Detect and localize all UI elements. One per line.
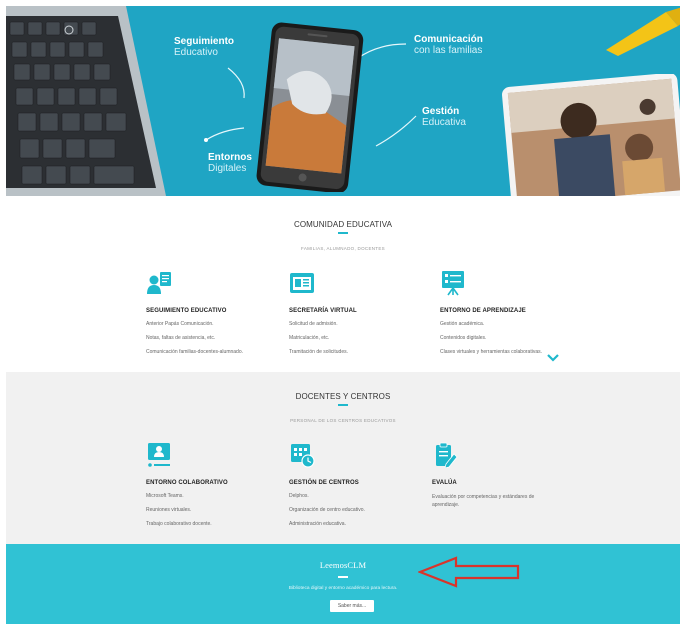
- title-underline: [338, 404, 348, 406]
- learning-board-icon: [442, 271, 464, 296]
- column-entorno-aprendizaje: ENTORNO DE APRENDIZAJE Gestión académica…: [440, 270, 542, 363]
- virtual-secretary-icon: [290, 273, 314, 293]
- hero-label-light: con las familias: [414, 45, 483, 56]
- section-title: COMUNIDAD EDUCATIVA: [293, 220, 393, 229]
- hero-label-strong: Seguimiento: [174, 36, 235, 47]
- yellow-pen-image: [606, 7, 680, 56]
- calendar-clock-icon: [291, 444, 315, 468]
- column-title: ENTORNO COLABORATIVO: [146, 480, 228, 486]
- clipboard-pencil-icon: [436, 442, 458, 468]
- column-item[interactable]: Organización de centro educativo.: [289, 507, 365, 513]
- hero-label-comunicacion: Comunicación con las familias: [414, 34, 483, 56]
- section-subtitle: FAMILIAS, ALUMNADO, DOCENTES: [301, 246, 385, 251]
- student-profile-icon: [147, 272, 171, 294]
- column-secretaria: SECRETARÍA VIRTUAL Solicitud de admisión…: [289, 270, 357, 363]
- column-title: EVALÚA: [432, 480, 457, 486]
- column-item[interactable]: Reuniones virtuales.: [146, 507, 228, 513]
- section-title: DOCENTES Y CENTROS: [295, 392, 391, 401]
- hero-banner: Seguimiento Educativo Comunicación con l…: [6, 6, 680, 196]
- column-entorno-colaborativo: ENTORNO COLABORATIVO Microsoft Teams. Re…: [146, 442, 228, 535]
- saber-mas-button[interactable]: Saber más...: [330, 600, 374, 612]
- section-subtitle: PERSONAL DE LOS CENTROS EDUCATIVOS: [290, 418, 396, 423]
- column-item[interactable]: Evaluación por competencias y estándares…: [432, 493, 548, 509]
- hero-label-light: Educativa: [422, 117, 466, 128]
- column-item[interactable]: Contenidos digitales.: [440, 335, 542, 341]
- tablet-image: [502, 74, 680, 196]
- column-item[interactable]: Microsoft Teams.: [146, 493, 228, 499]
- hero-label-entornos: Entornos Digitales: [208, 152, 252, 174]
- hero-label-strong: Comunicación: [414, 34, 483, 45]
- column-gestion-centros: GESTIÓN DE CENTROS Delphos. Organización…: [289, 442, 365, 535]
- column-item[interactable]: Comunicación familias-docentes-alumnado.: [146, 349, 243, 355]
- banner-title: LeemosCLM: [319, 560, 367, 570]
- banner-description: Biblioteca digital y entorno académico p…: [288, 586, 398, 591]
- column-title: SEGUIMIENTO EDUCATIVO: [146, 308, 227, 314]
- column-item[interactable]: Administración educativa.: [289, 521, 365, 527]
- column-title: GESTIÓN DE CENTROS: [289, 480, 359, 486]
- column-seguimiento: SEGUIMIENTO EDUCATIVO Anterior Papás Com…: [146, 270, 243, 363]
- column-item[interactable]: Tramitación de solicitudes.: [289, 349, 357, 355]
- column-item[interactable]: Trabajo colaborativo docente.: [146, 521, 228, 527]
- hero-label-light: Digitales: [208, 163, 247, 174]
- smartphone-image: [256, 22, 364, 192]
- hero-label-seguimiento: Seguimiento Educativo: [174, 36, 234, 58]
- hero-label-light: Educativo: [174, 47, 218, 58]
- hero-label-strong: Entornos: [208, 152, 252, 163]
- chevron-down-icon[interactable]: [547, 354, 559, 362]
- leemosclm-banner: LeemosCLM Biblioteca digital y entorno a…: [6, 544, 680, 624]
- column-title: ENTORNO DE APRENDIZAJE: [440, 308, 526, 314]
- hero-label-gestion: Gestión Educativa: [422, 106, 466, 128]
- column-title: SECRETARÍA VIRTUAL: [289, 308, 357, 314]
- column-item[interactable]: Solicitud de admisión.: [289, 321, 357, 327]
- title-underline: [338, 576, 348, 578]
- comunidad-educativa-section: COMUNIDAD EDUCATIVA FAMILIAS, ALUMNADO, …: [6, 196, 680, 372]
- column-item[interactable]: Delphos.: [289, 493, 365, 499]
- docentes-centros-section: DOCENTES Y CENTROS PERSONAL DE LOS CENTR…: [6, 372, 680, 544]
- title-underline: [338, 232, 348, 234]
- hero-label-strong: Gestión: [422, 106, 460, 117]
- column-evalua: EVALÚA Evaluación por competencias y est…: [432, 442, 548, 517]
- collaborative-screen-icon: [148, 443, 170, 467]
- column-item[interactable]: Gestión académica.: [440, 321, 542, 327]
- annotation-arrow-icon: [418, 556, 520, 588]
- column-item[interactable]: Clases virtuales y herramientas colabora…: [440, 349, 542, 355]
- column-item[interactable]: Notas, faltas de asistencia, etc.: [146, 335, 243, 341]
- column-item[interactable]: Matriculación, etc.: [289, 335, 357, 341]
- column-item[interactable]: Anterior Papás Comunicación.: [146, 321, 243, 327]
